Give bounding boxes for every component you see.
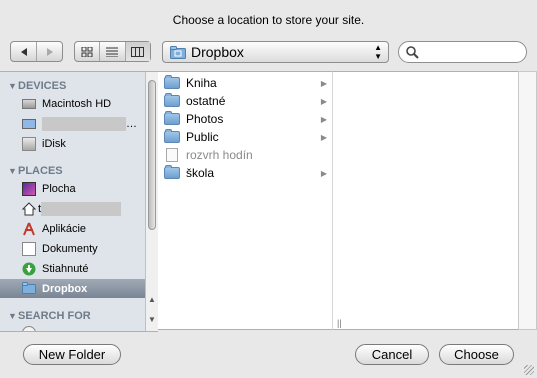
sidebar: ▼DEVICES Macintosh HD … iDisk ▼PLACES Pl…: [0, 71, 158, 332]
folder-icon: [164, 165, 180, 179]
computer-icon: [22, 119, 36, 129]
search-field[interactable]: [398, 41, 527, 63]
disclosure-triangle-icon: ▼: [8, 166, 17, 176]
clock-icon: [22, 326, 36, 331]
sidebar-item-stiahnute[interactable]: Stiahnuté: [22, 260, 88, 278]
sidebar-item-dropbox[interactable]: Dropbox: [0, 279, 145, 298]
icon-view-icon: [81, 46, 93, 57]
column-resize-handle[interactable]: ||: [337, 318, 342, 328]
sidebar-item-idisk[interactable]: iDisk: [22, 135, 66, 153]
location-popup[interactable]: Dropbox ▲ ▼: [162, 41, 389, 63]
search-for-header[interactable]: ▼SEARCH FOR: [8, 310, 91, 322]
documents-icon: [22, 242, 36, 256]
view-mode-control: [74, 41, 151, 62]
list-item[interactable]: ostatné ▶: [164, 92, 329, 110]
sidebar-scroll-thumb[interactable]: [148, 80, 156, 230]
folder-icon: [164, 93, 180, 107]
sidebar-scrollbar[interactable]: ▲ ▼: [145, 72, 158, 331]
redacted-name: [41, 202, 122, 216]
forward-arrow-icon: [46, 47, 53, 56]
dialog-prompt: Choose a location to store your site.: [172, 13, 365, 27]
home-icon: [22, 202, 36, 216]
list-view-icon: [106, 47, 119, 57]
disclosure-triangle-icon: ▼: [8, 311, 17, 321]
choose-button[interactable]: Choose: [439, 344, 514, 365]
column-view-icon: [131, 46, 145, 57]
redacted-name: [42, 117, 126, 131]
column-scrollbar[interactable]: [518, 71, 537, 330]
places-header[interactable]: ▼PLACES: [8, 165, 63, 177]
back-forward-control: [10, 41, 63, 62]
dropbox-folder-icon: [170, 46, 186, 59]
desktop-icon: [22, 182, 36, 196]
idisk-icon: [22, 137, 36, 151]
cancel-button[interactable]: Cancel: [355, 344, 429, 365]
disclosure-triangle-icon: ▼: [8, 81, 17, 91]
new-folder-button[interactable]: New Folder: [23, 344, 121, 365]
column-view-button[interactable]: [124, 42, 150, 61]
list-item: rozvrh hodín: [164, 146, 329, 164]
back-button[interactable]: [11, 42, 36, 61]
hard-drive-icon: [22, 99, 36, 109]
search-icon: [406, 46, 419, 59]
icon-view-button[interactable]: [75, 42, 99, 61]
popup-arrows-icon: ▲ ▼: [374, 43, 382, 61]
applications-icon: [23, 222, 35, 236]
location-label: Dropbox: [191, 44, 244, 60]
folder-icon: [164, 75, 180, 89]
browser-column-2: [333, 71, 518, 330]
photos-folder-icon: [164, 111, 180, 125]
forward-button[interactable]: [36, 42, 62, 61]
scroll-up-arrow-icon[interactable]: ▲: [148, 295, 156, 304]
list-item[interactable]: Photos ▶: [164, 110, 329, 128]
sidebar-item-search-partial[interactable]: [22, 324, 42, 331]
sidebar-item-dokumenty[interactable]: Dokumenty: [22, 240, 98, 258]
list-item[interactable]: Public ▶: [164, 128, 329, 146]
dropbox-folder-icon: [22, 281, 36, 294]
list-view-button[interactable]: [99, 42, 124, 61]
chevron-right-icon: ▶: [320, 168, 327, 178]
resize-grip-icon[interactable]: [524, 365, 534, 375]
sidebar-item-plocha[interactable]: Plocha: [22, 180, 76, 198]
list-item[interactable]: škola ▶: [164, 164, 329, 182]
sidebar-item-aplikacie[interactable]: Aplikácie: [22, 220, 86, 238]
back-arrow-icon: [20, 47, 27, 56]
downloads-icon: [22, 262, 36, 276]
scroll-down-arrow-icon[interactable]: ▼: [148, 315, 156, 324]
chevron-right-icon: ▶: [320, 132, 327, 142]
browser-column-1: Kniha ▶ ostatné ▶ Photos ▶ Public ▶ rozv…: [158, 71, 333, 330]
list-item[interactable]: Kniha ▶: [164, 74, 329, 92]
sidebar-item-macintosh-hd[interactable]: Macintosh HD: [22, 95, 111, 113]
sidebar-item-computer[interactable]: …: [22, 115, 137, 133]
public-folder-icon: [164, 129, 180, 143]
chevron-right-icon: ▶: [320, 96, 327, 106]
document-icon: [166, 148, 178, 162]
chevron-right-icon: ▶: [320, 114, 327, 124]
sidebar-item-home[interactable]: t: [22, 200, 122, 218]
chevron-right-icon: ▶: [320, 78, 327, 88]
devices-header[interactable]: ▼DEVICES: [8, 80, 66, 92]
